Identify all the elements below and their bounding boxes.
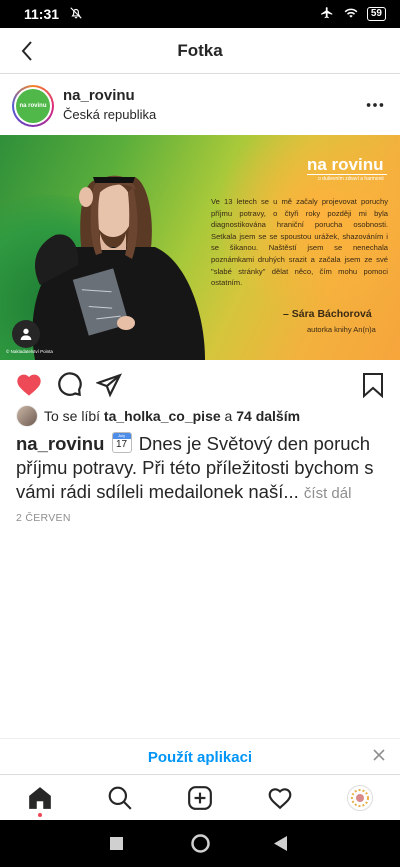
liker-username[interactable]: ta_holka_co_pise — [104, 408, 221, 424]
home-active-dot — [38, 813, 42, 817]
likes-connector: a — [224, 408, 233, 424]
post-header: na rovinu na_rovinu Česká republika — [0, 76, 400, 134]
post-date: 2 ČERVEN — [16, 512, 71, 524]
wifi-icon — [343, 6, 359, 23]
mute-bell-icon — [69, 6, 83, 23]
post-image[interactable]: na rovinu o duševním zdraví a harmonii V… — [0, 135, 400, 360]
recent-apps-icon[interactable] — [110, 837, 124, 856]
bottom-tab-bar — [0, 774, 400, 821]
status-bar: 11:31 59 — [0, 0, 400, 28]
image-author-role: autorka knihy An(n)a — [307, 325, 376, 334]
comment-icon[interactable] — [56, 371, 83, 403]
system-navigation-bar — [0, 820, 400, 867]
more-options-icon[interactable] — [364, 94, 386, 116]
user-tag-icon[interactable] — [12, 320, 40, 348]
image-credit: © Nakladatelství Pointa — [6, 349, 53, 354]
post-actions — [0, 362, 400, 408]
search-icon[interactable] — [107, 785, 133, 811]
back-arrow-icon[interactable] — [16, 39, 40, 63]
home-icon[interactable] — [27, 785, 53, 811]
use-app-banner: Použít aplikaci — [0, 738, 400, 775]
calendar-day: 17 — [116, 439, 128, 450]
new-post-icon[interactable] — [187, 785, 213, 811]
calendar-emoji-icon: July 17 — [111, 432, 132, 453]
save-bookmark-icon[interactable] — [361, 372, 385, 403]
avatar-logo: na rovinu — [16, 89, 50, 123]
liker-avatar — [16, 405, 38, 427]
profile-avatar-icon[interactable] — [347, 785, 373, 811]
read-more-link[interactable]: číst dál — [304, 485, 352, 502]
caption-username[interactable]: na_rovinu — [16, 433, 104, 454]
activity-heart-icon[interactable] — [267, 785, 293, 811]
top-bar: Fotka — [0, 28, 400, 74]
post-location[interactable]: Česká republika — [63, 107, 156, 122]
post-caption: na_rovinu July 17 Dnes je Světový den por… — [16, 432, 390, 506]
airplane-icon — [319, 6, 335, 23]
avatar[interactable]: na rovinu — [12, 85, 54, 127]
image-quote-author: – Sára Báchorová — [283, 308, 372, 320]
share-send-icon[interactable] — [94, 372, 122, 403]
image-logo-subtitle: o duševním zdraví a harmonii — [318, 176, 384, 182]
post-username[interactable]: na_rovinu — [63, 87, 135, 104]
likes-count[interactable]: 74 dalším — [236, 408, 300, 424]
likes-prefix: To se líbí — [44, 408, 101, 424]
image-logo: na rovinu — [307, 155, 384, 174]
like-heart-icon[interactable] — [15, 371, 43, 402]
status-time: 11:31 — [24, 6, 60, 22]
back-triangle-icon[interactable] — [274, 836, 288, 856]
page-title: Fotka — [177, 40, 223, 60]
image-quote: Ve 13 letech se u mě začaly projevovat p… — [211, 197, 388, 288]
close-icon[interactable] — [372, 748, 388, 764]
likes-row[interactable]: To se líbí ta_holka_co_pise a 74 dalším — [16, 405, 300, 427]
battery-indicator: 59 — [366, 7, 386, 21]
home-circle-icon[interactable] — [190, 833, 211, 859]
image-logo-underline — [307, 174, 387, 175]
use-app-button[interactable]: Použít aplikaci — [148, 749, 252, 766]
